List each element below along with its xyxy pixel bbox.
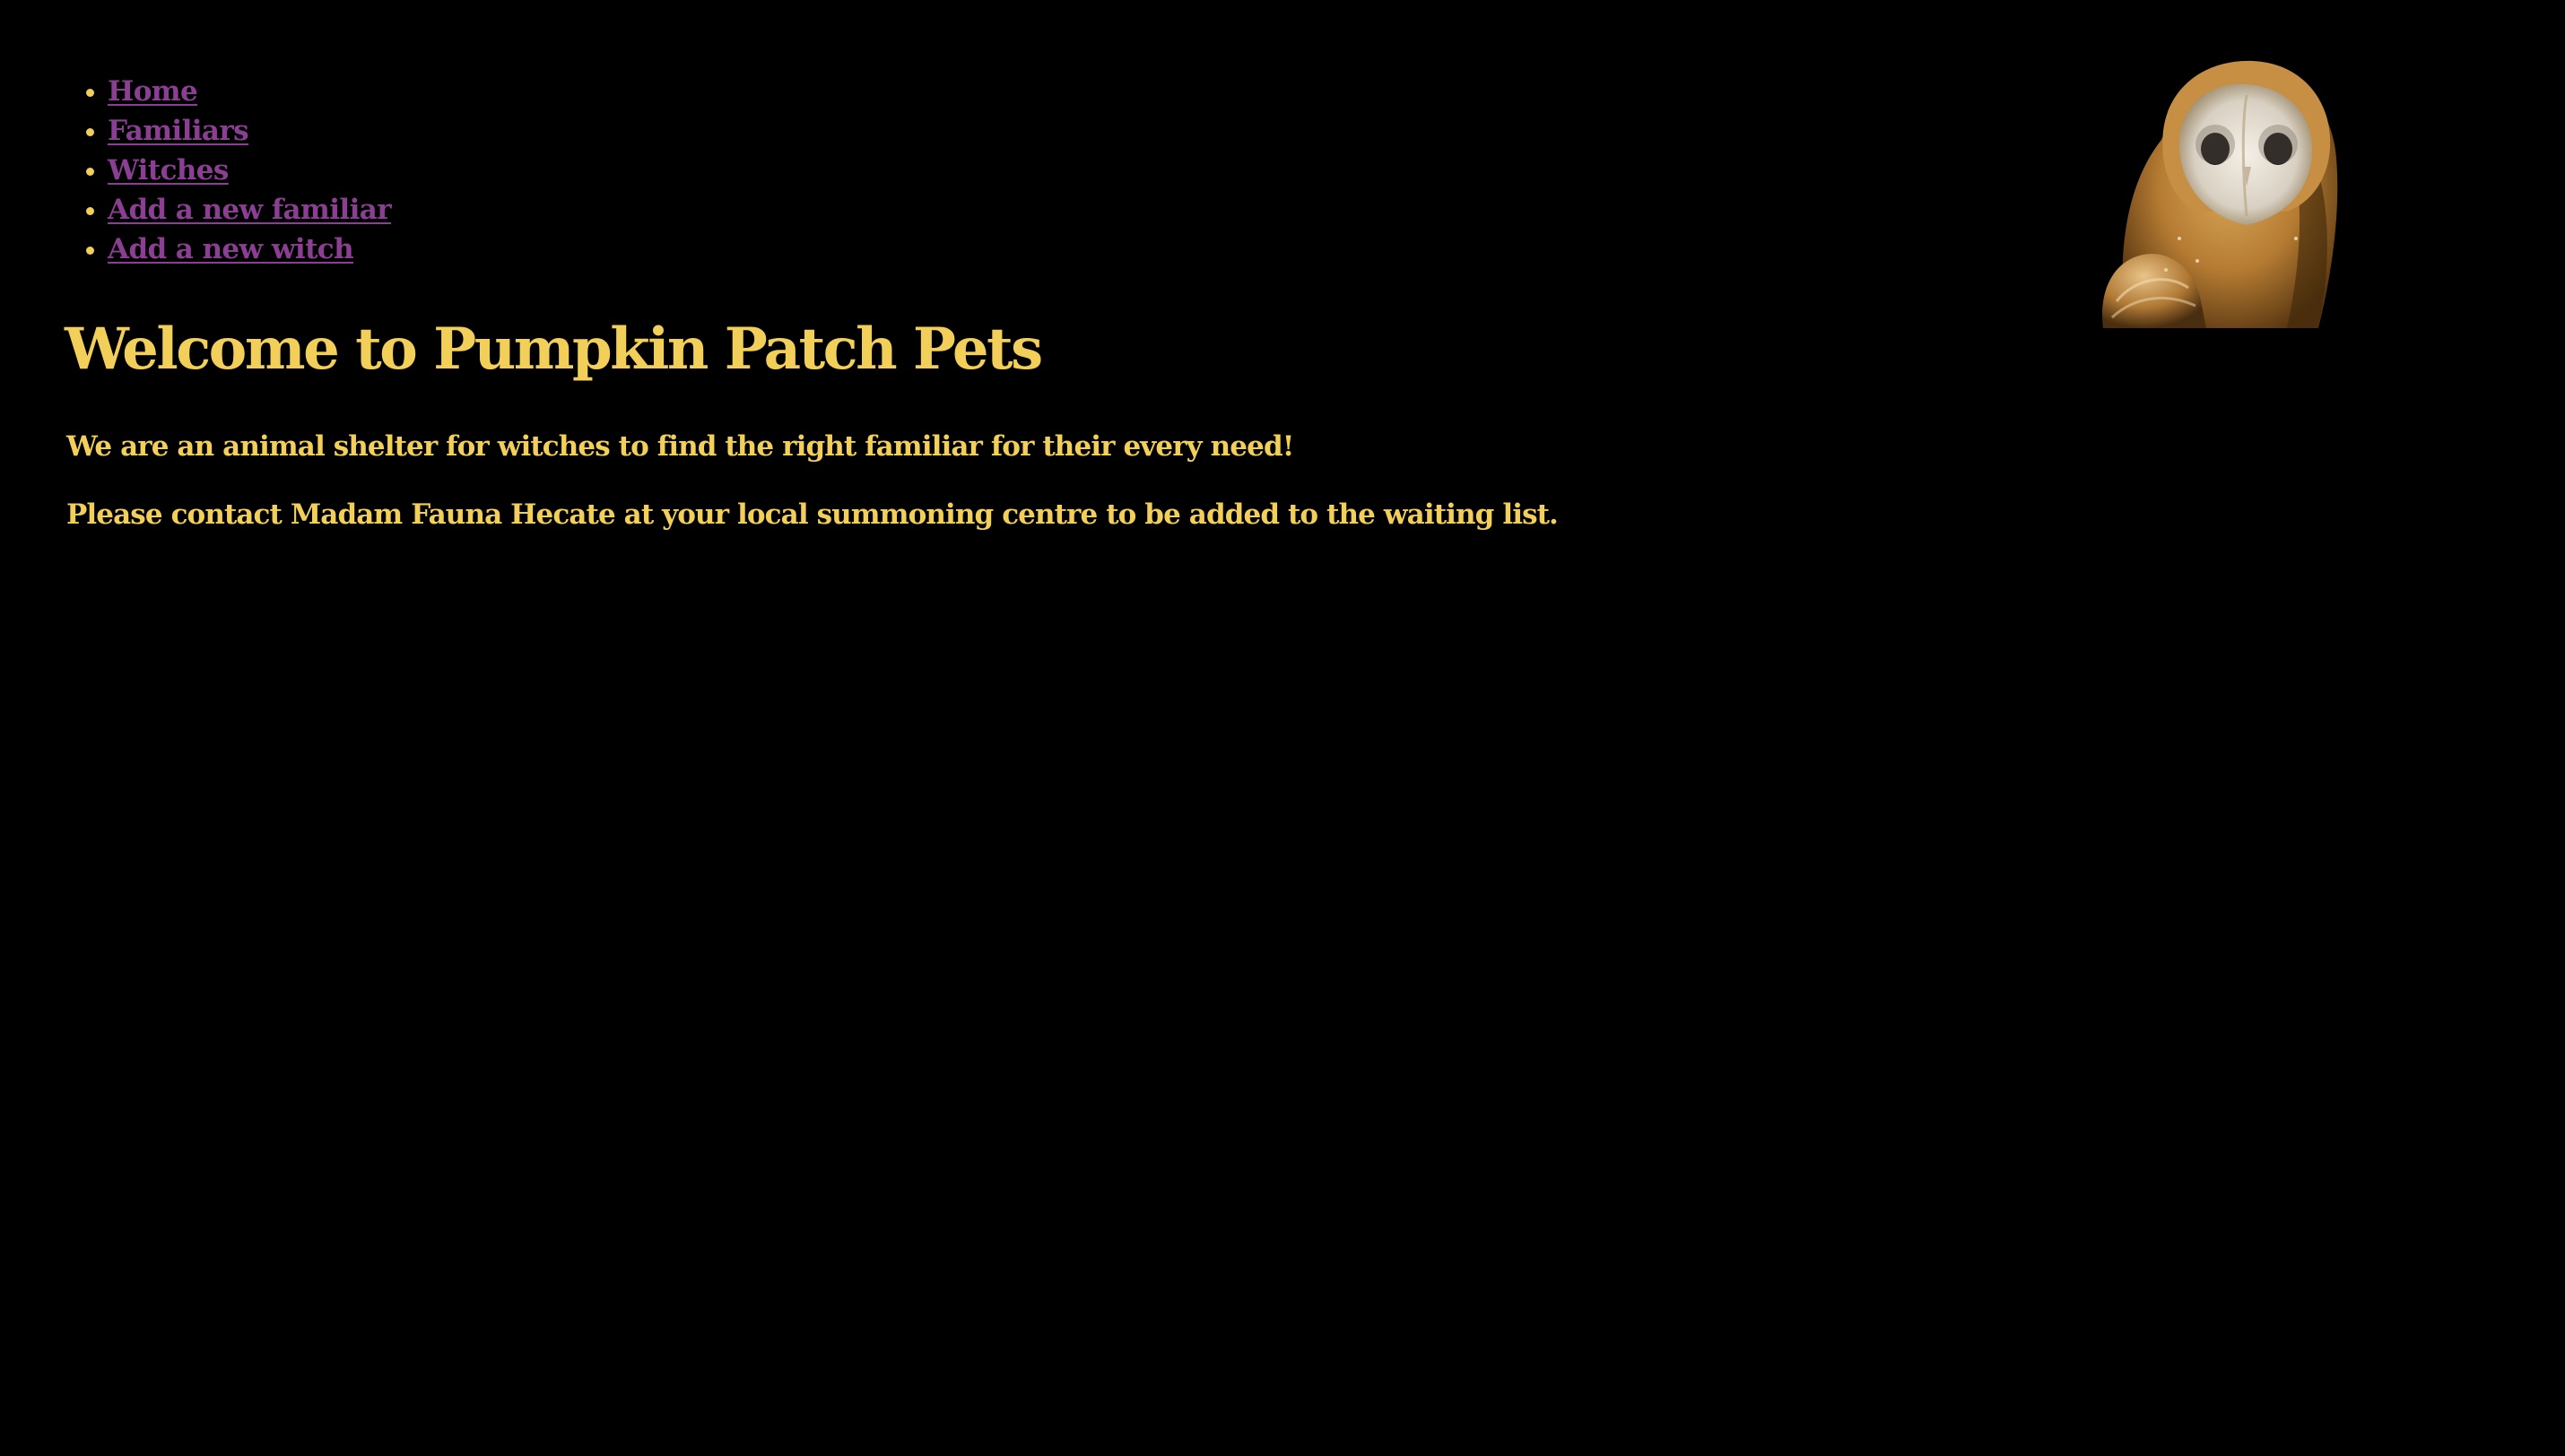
nav-item-familiars: Familiars bbox=[108, 111, 391, 151]
nav-item-add-witch: Add a new witch bbox=[108, 230, 391, 269]
page-title: Welcome to Pumpkin Patch Pets bbox=[65, 316, 1043, 383]
nav-link-home[interactable]: Home bbox=[108, 75, 198, 108]
main-nav: Home Familiars Witches Add a new familia… bbox=[0, 72, 392, 269]
nav-item-witches: Witches bbox=[108, 151, 391, 190]
nav-item-home: Home bbox=[108, 72, 391, 111]
barn-owl-image bbox=[2102, 60, 2338, 328]
page: Home Familiars Witches Add a new familia… bbox=[0, 0, 2565, 1456]
nav-link-add-familiar[interactable]: Add a new familiar bbox=[108, 194, 392, 226]
contact-paragraph: Please contact Madam Fauna Hecate at you… bbox=[66, 498, 1559, 531]
intro-paragraph: We are an animal shelter for witches to … bbox=[66, 430, 1294, 463]
nav-link-witches[interactable]: Witches bbox=[108, 154, 229, 186]
nav-item-add-familiar: Add a new familiar bbox=[108, 190, 392, 230]
nav-link-add-witch[interactable]: Add a new witch bbox=[108, 233, 354, 265]
nav-link-familiars[interactable]: Familiars bbox=[108, 115, 249, 147]
